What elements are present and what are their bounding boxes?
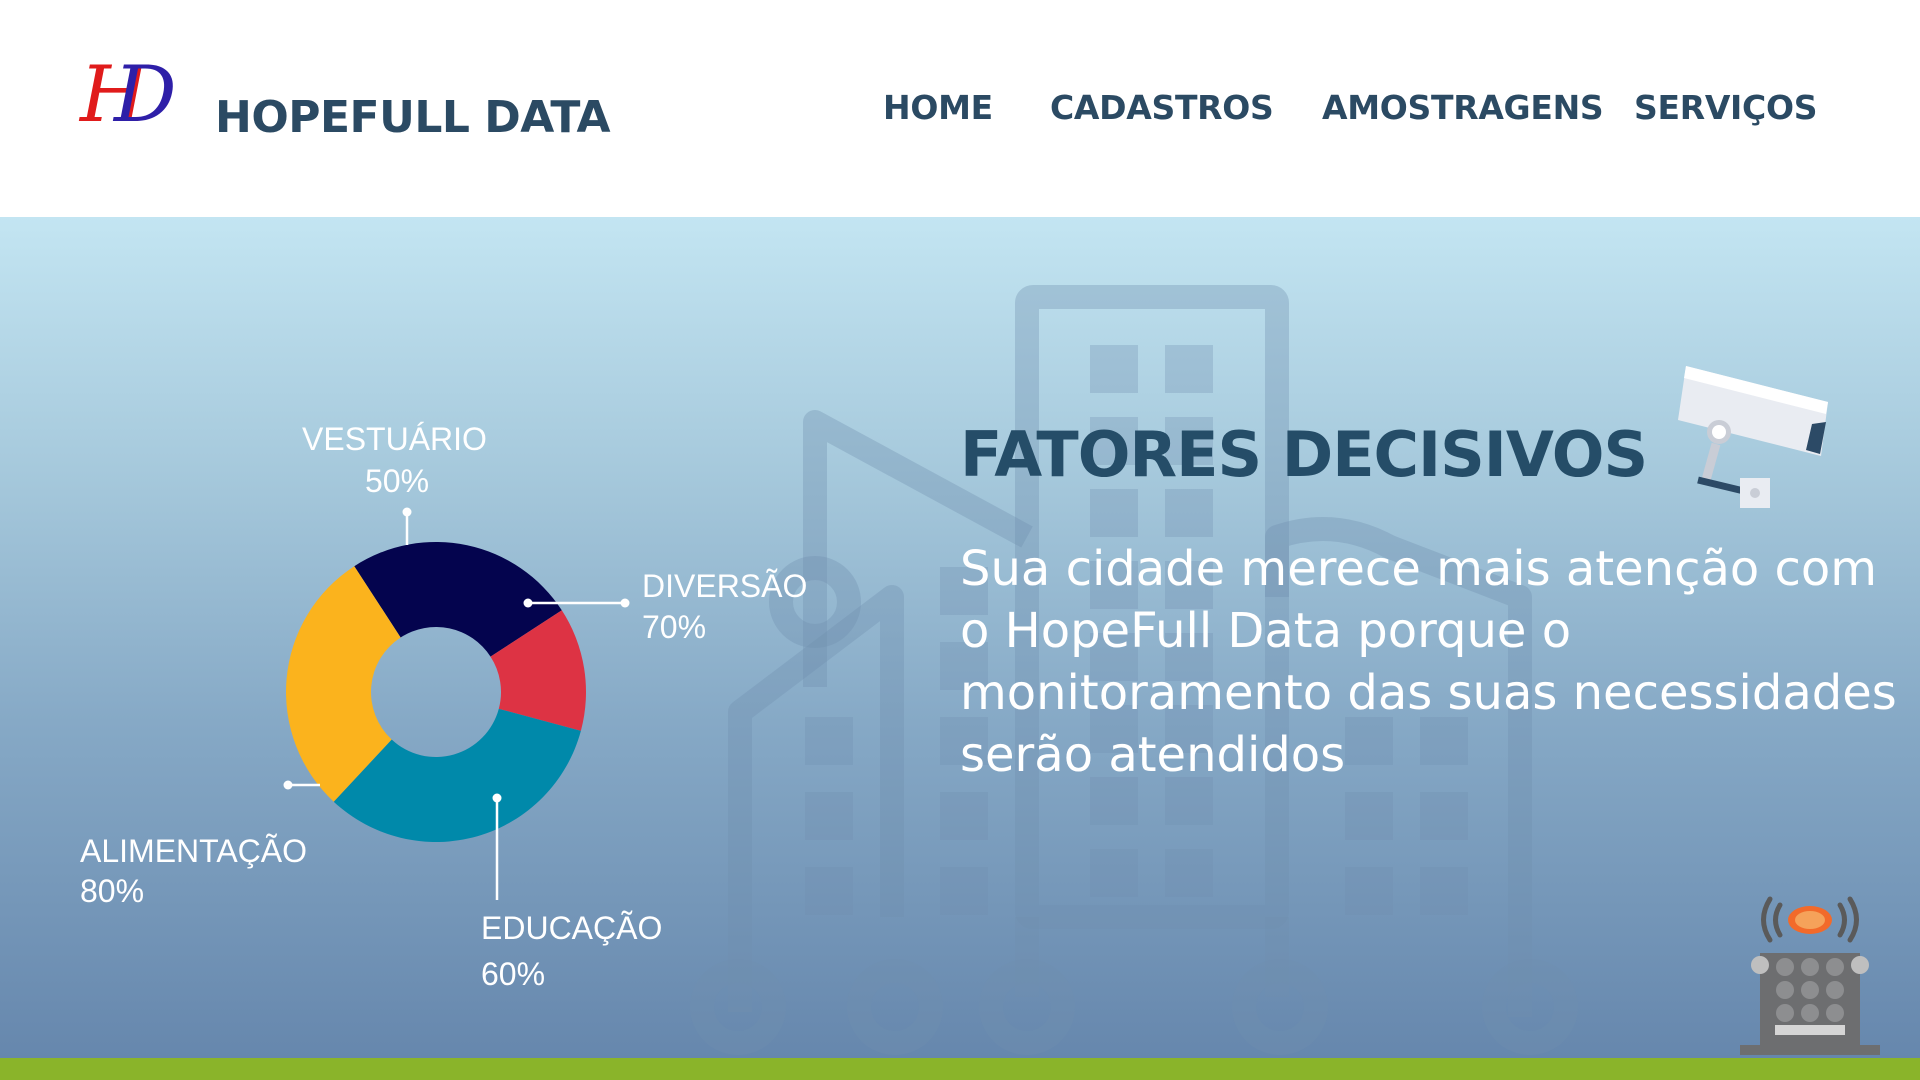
chart-label-educacao: EDUCAÇÃO [481, 910, 662, 946]
chart-value-diversao: 70% [642, 609, 706, 645]
nav-home[interactable]: HOME [883, 88, 993, 127]
logo-icon[interactable]: H D [80, 56, 180, 146]
hero-body-text: Sua cidade merece mais atenção com o Hop… [960, 541, 1897, 783]
donut-chart: VESTUÁRIO 50% DIVERSÃO 70% EDUCAÇÃO 60% … [80, 421, 807, 992]
hero-headline: FATORES DECISIVOS [960, 418, 1648, 491]
leader-dot-diversao [620, 598, 630, 608]
chart-label-diversao: DIVERSÃO [642, 568, 807, 604]
leader-dot-alimentacao [283, 780, 293, 790]
brand-name[interactable]: HOPEFULL DATA [215, 92, 611, 143]
footer-accent-bar [0, 1058, 1920, 1080]
site-header: H D HOPEFULL DATA HOME CADASTROS AMOSTRA… [0, 0, 1920, 217]
chart-value-alimentacao: 80% [80, 873, 144, 909]
sensor-device-icon [1740, 896, 1880, 1055]
nav-servicos[interactable]: SERVIÇOS [1634, 88, 1817, 127]
leader-dot-vestuario [402, 507, 412, 517]
chart-label-alimentacao: ALIMENTAÇÃO [80, 833, 307, 869]
logo-letter-d: D [114, 50, 177, 140]
nav-cadastros[interactable]: CADASTROS [1050, 88, 1274, 127]
chart-value-educacao: 60% [481, 956, 545, 992]
chart-label-vestuario: VESTUÁRIO [302, 421, 487, 457]
nav-amostragens[interactable]: AMOSTRAGENS [1322, 88, 1604, 127]
leader-dot-educacao [492, 793, 502, 803]
leader-dot-diversao-start [523, 598, 533, 608]
chart-value-vestuario: 50% [365, 463, 429, 499]
security-camera-icon [1678, 366, 1828, 508]
